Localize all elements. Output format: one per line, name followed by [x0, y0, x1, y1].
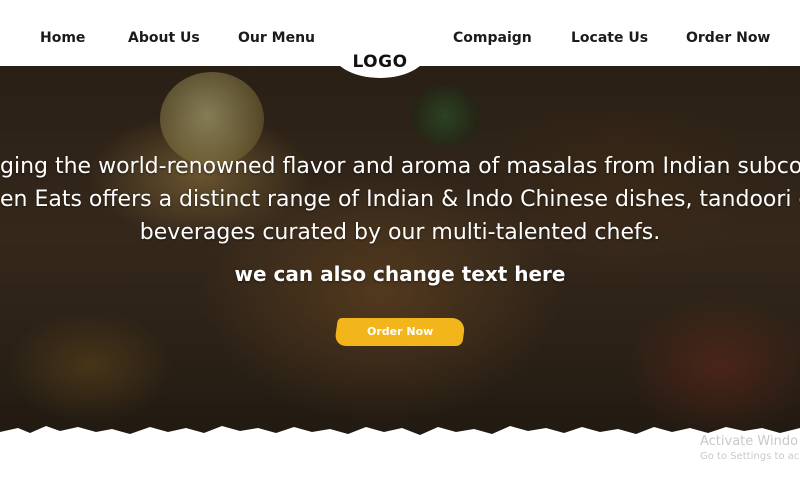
- hero-description-line: ging the world-renowned flavor and aroma…: [0, 154, 800, 179]
- hero-overlay: [0, 66, 800, 446]
- page: Home About Us Our Menu Compaign Locate U…: [0, 0, 800, 480]
- watermark-subtitle: Go to Settings to ac: [700, 451, 800, 462]
- hero-description-line: en Eats offers a distinct range of India…: [0, 187, 800, 212]
- nav-home-link[interactable]: Home: [40, 30, 85, 46]
- hero-description: ging the world-renowned flavor and aroma…: [0, 150, 800, 249]
- watermark-title: Activate Windo: [700, 434, 799, 449]
- nav-about-us-link[interactable]: About Us: [128, 30, 200, 46]
- hero-subheading: we can also change text here: [234, 262, 566, 286]
- hero-banner: ging the world-renowned flavor and aroma…: [0, 66, 800, 446]
- nav-order-now-link[interactable]: Order Now: [686, 30, 770, 46]
- order-now-button[interactable]: Order Now: [334, 318, 466, 346]
- nav-compaign-link[interactable]: Compaign: [453, 30, 532, 46]
- order-now-button-label: Order Now: [366, 325, 434, 338]
- activate-windows-watermark: Activate Windo Go to Settings to ac: [700, 434, 799, 462]
- logo-text: LOGO: [352, 52, 408, 72]
- hero-description-line: beverages curated by our multi-talented …: [139, 220, 661, 245]
- nav-our-menu-link[interactable]: Our Menu: [238, 30, 315, 46]
- torn-paper-edge: [0, 426, 800, 458]
- nav-locate-us-link[interactable]: Locate Us: [571, 30, 648, 46]
